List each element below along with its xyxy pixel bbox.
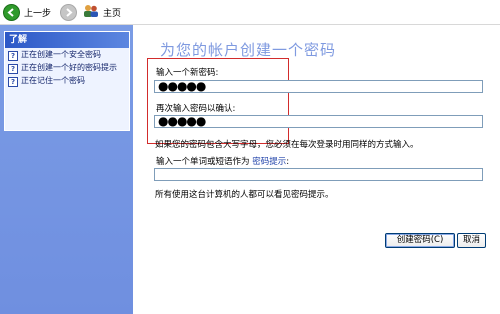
forward-arrow-icon: [60, 3, 78, 21]
toolbar: 上一步 主页: [0, 0, 500, 25]
confirm-password-label: 再次输入密码以确认:: [156, 104, 236, 114]
sidebar-item-label: 正在记住一个密码: [21, 76, 85, 85]
sidebar: 了解 ? 正在创建一个安全密码 ? 正在创建一个好的密码提示 ? 正在记住一个密…: [0, 25, 133, 314]
users-icon: [83, 4, 99, 21]
hint-label-colon: :: [286, 157, 290, 167]
home-button[interactable]: 主页: [80, 2, 124, 22]
forward-button[interactable]: [57, 2, 80, 22]
sidebar-item-password-hint[interactable]: ? 正在创建一个好的密码提示: [5, 61, 129, 74]
learn-panel-heading: 了解: [5, 32, 129, 48]
back-label: 上一步: [24, 8, 52, 19]
back-arrow-icon: [3, 3, 20, 21]
hint-visibility-note: 所有使用这台计算机的人都可以看见密码提示。: [155, 190, 334, 200]
password-hint-link[interactable]: 密码提示: [252, 157, 286, 167]
home-label: 主页: [103, 8, 122, 19]
password-hint-field[interactable]: [154, 168, 483, 181]
help-icon: ?: [8, 51, 18, 61]
new-password-label: 输入一个新密码:: [156, 68, 219, 78]
sidebar-item-secure-password[interactable]: ? 正在创建一个安全密码: [5, 48, 129, 61]
sidebar-item-remember-password[interactable]: ? 正在记住一个密码: [5, 74, 129, 87]
back-button[interactable]: 上一步: [0, 2, 54, 22]
cancel-button[interactable]: 取消: [457, 233, 486, 248]
page-title: 为您的帐户创建一个密码: [160, 41, 337, 59]
hint-label-prefix: 输入一个单词或短语作为: [156, 157, 250, 167]
new-password-field[interactable]: ●●●●●: [154, 80, 483, 93]
create-password-button[interactable]: 创建密码(C): [385, 233, 455, 248]
hint-label: 输入一个单词或短语作为 密码提示:: [156, 155, 289, 167]
learn-panel: 了解 ? 正在创建一个安全密码 ? 正在创建一个好的密码提示 ? 正在记住一个密…: [4, 31, 130, 131]
case-sensitivity-note: 如果您的密码包含大写字母，您必须在每次登录时用同样的方式输入。: [155, 140, 419, 150]
sidebar-item-label: 正在创建一个好的密码提示: [21, 63, 117, 72]
sidebar-item-label: 正在创建一个安全密码: [21, 50, 101, 59]
confirm-password-field[interactable]: ●●●●●: [154, 115, 483, 128]
help-icon: ?: [8, 77, 18, 87]
help-icon: ?: [8, 64, 18, 74]
